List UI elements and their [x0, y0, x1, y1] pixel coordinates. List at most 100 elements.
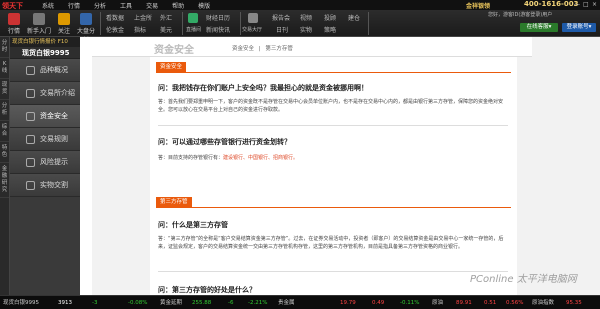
sidebar-item-fund-security[interactable]: 资金安全	[10, 105, 80, 128]
menu-market[interactable]: 行情	[68, 1, 80, 10]
menu-tools[interactable]: 工具	[120, 1, 132, 10]
status-label-4: 原油	[432, 300, 444, 306]
toolbar-divider	[240, 12, 241, 35]
vertical-tab-strip: 分时 K线 现货 分析 综合 特色 金融研究	[0, 37, 10, 295]
status-value-5: 95.35	[566, 300, 582, 306]
hall-icon	[248, 13, 258, 23]
tb-newbie-button[interactable]: 新手入门	[26, 13, 52, 35]
tb-link-usd[interactable]: 美元	[160, 25, 172, 34]
tb-link-strategy[interactable]: 策略	[324, 25, 336, 34]
tb-link-calendar[interactable]: 财经日历	[206, 13, 230, 22]
sidebar-item-label: 风险提示	[40, 158, 68, 166]
tb-link-indicator[interactable]: 指标	[134, 25, 146, 34]
online-service-button[interactable]: 在线客服▾	[520, 23, 558, 32]
sidebar-item-label: 资金安全	[40, 112, 68, 120]
menu-template[interactable]: 模版	[198, 1, 210, 10]
sidebar-item-exchange[interactable]: 交易所介绍	[10, 82, 80, 105]
vtab-kline[interactable]: K线	[0, 58, 9, 79]
right-margin	[532, 37, 600, 295]
sidebar-item-risk[interactable]: 风险提示	[10, 151, 80, 174]
page-header: 资金安全 资金安全 | 第三方存管	[92, 37, 532, 57]
page-title: 资金安全	[154, 45, 194, 56]
maximize-icon[interactable]: □	[583, 1, 589, 8]
vtab-timeshare[interactable]: 分时	[0, 37, 9, 58]
tb-link-news[interactable]: 新闻快讯	[206, 25, 230, 34]
sidebar-item-overview[interactable]: 品种概况	[10, 59, 80, 82]
question: 问：第三方存管的好处是什么？	[158, 286, 256, 294]
tb-link-advisor[interactable]: 投顾	[324, 13, 336, 22]
instrument-title: 现货白银9995	[10, 47, 80, 59]
menu-analysis[interactable]: 分析	[94, 1, 106, 10]
tb-newbie-label: 新手入门	[26, 28, 51, 35]
sidebar-item-label: 交易所介绍	[40, 89, 75, 97]
title-bar: 领天下 系统 行情 分析 工具 交易 帮助 模版 金祥银领 400-1616-0…	[0, 0, 600, 10]
vtab-research[interactable]: 金融研究	[0, 163, 9, 198]
toolbar-divider	[100, 12, 101, 35]
sidebar-item-trading-rules[interactable]: 交易规则	[10, 128, 80, 151]
sidebar-item-label: 实物交割	[40, 181, 68, 189]
answer-text: 答：目前支持的存管银行有：	[158, 155, 224, 161]
tb-follow-label: 关注	[57, 28, 70, 35]
sidebar-item-label: 交易规则	[40, 135, 68, 143]
tb-follow-button[interactable]: 关注	[54, 13, 74, 35]
close-icon[interactable]: ×	[592, 1, 597, 8]
vtab-overview[interactable]: 综合	[0, 121, 9, 142]
section-tag: 资金安全	[156, 62, 187, 72]
vtab-feature[interactable]: 特色	[0, 142, 9, 163]
tb-link-physical[interactable]: 实物	[300, 25, 312, 34]
tb-link-sge[interactable]: 上金所	[134, 13, 152, 22]
sidebar-item-delivery[interactable]: 实物交割	[10, 174, 80, 197]
box-icon	[26, 181, 35, 190]
minimize-icon[interactable]: —	[574, 1, 580, 8]
market-icon	[8, 13, 20, 25]
breadcrumb-link[interactable]: 资金安全	[232, 46, 254, 52]
menu-trade[interactable]: 交易	[146, 1, 158, 10]
shield-icon	[26, 112, 35, 121]
watermark-logo: PConline 太平洋电脑网	[470, 274, 577, 285]
status-label-3: 贵金属	[278, 300, 295, 306]
tb-link-data[interactable]: 看数据	[106, 13, 124, 22]
tb-market-button[interactable]: 行情	[4, 13, 24, 35]
question: 问：可以通过哪些存管银行进行资金划转？	[158, 138, 291, 146]
divider	[158, 125, 508, 126]
status-value-3: 19.79	[340, 300, 356, 306]
answer: 答：“第三方存管”的全称是“客户交易结算资金第三方存管”。过去，在证券交易活动中…	[158, 236, 504, 250]
quote-status-bar: 现货白银9995 3913 -3 -0.08% 黄金延期 255.88 -6 -…	[0, 295, 600, 309]
login-account-button[interactable]: 登录账号▾	[562, 23, 596, 32]
tb-market-label: 行情	[7, 28, 20, 35]
section-tag: 第三方存管	[156, 197, 192, 207]
tb-link-report[interactable]: 报告会	[272, 13, 290, 22]
answer: 答：目前支持的存管银行有：建设银行、中国银行、招商银行。	[158, 154, 508, 162]
status-label-5: 原油指数	[532, 300, 555, 306]
tb-live-button[interactable]	[186, 13, 200, 24]
tb-hall-label: 交易大厅	[242, 27, 263, 33]
status-pct: -0.08%	[128, 300, 148, 306]
status-value-4: 89.91	[456, 300, 472, 306]
content-wrapper: 资金安全 资金安全 | 第三方存管 资金安全 问：我把钱存在你们账户上安全吗？我…	[92, 37, 532, 295]
status-pct-2: -2.21%	[248, 300, 268, 306]
status-price: 3913	[58, 300, 72, 306]
tb-link-daily[interactable]: 日刊	[276, 25, 288, 34]
sidebar-item-label: 品种概况	[40, 66, 68, 74]
toolbar: 行情 新手入门 关注 大盘分析 看数据 上金所 外汇 伦敦金 指标 美元 直播间…	[0, 10, 600, 44]
menu-bar: 系统 行情 分析 工具 交易 帮助 模版	[42, 1, 210, 10]
vtab-analysis[interactable]: 分析	[0, 100, 9, 121]
tb-link-video[interactable]: 视频	[300, 13, 312, 22]
status-instrument: 现货白银9995	[3, 300, 39, 306]
toolbar-divider	[182, 12, 183, 35]
login-info: 您好，游客ID(游客登录)用户	[488, 12, 553, 18]
document-icon	[26, 66, 35, 75]
bank-list: 建设银行、中国银行、招商银行。	[223, 155, 299, 161]
menu-system[interactable]: 系统	[42, 1, 54, 10]
status-value-2: 255.88	[192, 300, 212, 306]
menu-help[interactable]: 帮助	[172, 1, 184, 10]
tb-link-forex[interactable]: 外汇	[160, 13, 172, 22]
tb-link-london-gold[interactable]: 伦敦金	[106, 25, 124, 34]
chart-icon	[80, 13, 92, 25]
content-pane: 资金安全 资金安全 | 第三方存管 资金安全 问：我把钱存在你们账户上安全吗？我…	[80, 37, 532, 295]
hotline-number: 400-1616-003	[524, 0, 579, 8]
vtab-spot[interactable]: 现货	[0, 79, 9, 100]
tb-hall-button[interactable]	[246, 13, 260, 24]
tb-link-position[interactable]: 建仓	[348, 13, 360, 22]
home-icon	[33, 13, 45, 25]
